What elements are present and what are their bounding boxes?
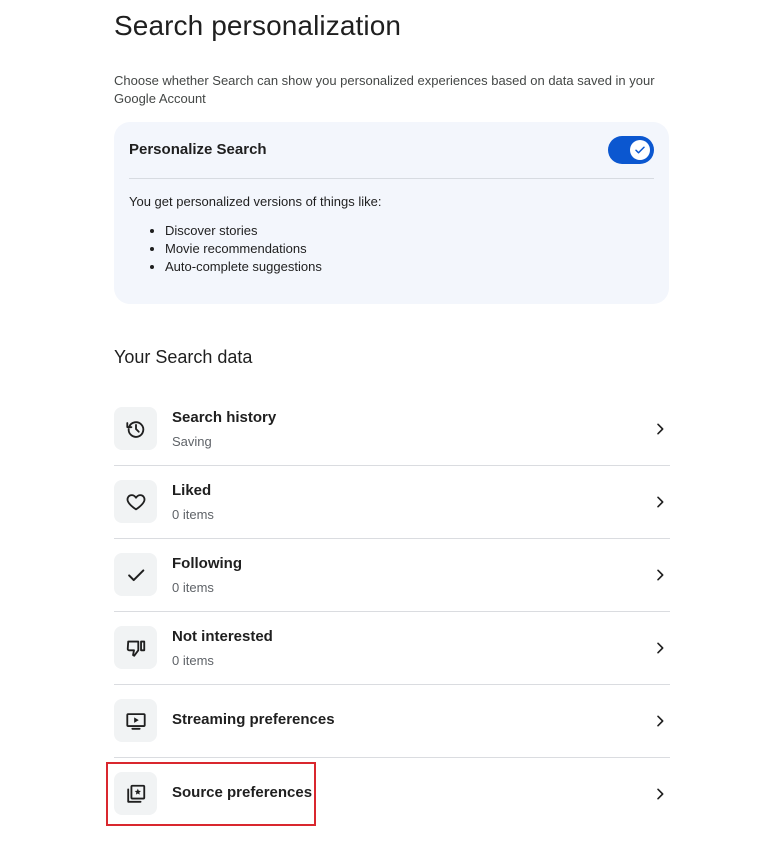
chevron-right-icon: [657, 496, 664, 508]
personalize-search-toggle[interactable]: [608, 136, 654, 164]
chevron-right-icon: [657, 715, 664, 727]
personalize-search-card: Personalize Search You get personalized …: [114, 122, 669, 304]
page-description: Choose whether Search can show you perso…: [114, 73, 655, 106]
row-title: Search history: [172, 409, 277, 426]
icon-tile: [114, 407, 157, 450]
personalize-search-title: Personalize Search: [129, 141, 267, 158]
row-title: Liked: [172, 482, 212, 499]
personalize-intro: You get personalized versions of things …: [129, 194, 382, 209]
row-title: Following: [172, 555, 242, 572]
checkmark-icon: [127, 568, 144, 581]
source-star-icon: [126, 784, 145, 803]
source-preferences-row[interactable]: Source preferences: [114, 758, 670, 830]
row-title: Source preferences: [172, 784, 313, 801]
liked-row[interactable]: Liked 0 items: [114, 466, 670, 539]
icon-tile: [114, 626, 157, 669]
checkmark-icon: [635, 146, 645, 154]
thumbs-down-icon: [126, 640, 145, 657]
personalized-examples-list: Discover stories Movie recommendations A…: [129, 222, 322, 276]
search-history-row[interactable]: Search history Saving: [114, 393, 670, 466]
row-subtitle: 0 items: [172, 653, 214, 668]
toggle-knob: [630, 140, 650, 160]
chevron-right-icon: [657, 423, 664, 435]
icon-tile: [114, 699, 157, 742]
row-subtitle: Saving: [172, 434, 212, 449]
list-item: Movie recommendations: [165, 240, 322, 258]
page-title: Search personalization: [114, 10, 402, 41]
play-screen-icon: [125, 712, 146, 730]
personalize-card-header: Personalize Search: [129, 136, 654, 179]
search-data-title: Your Search data: [114, 347, 253, 367]
row-subtitle: 0 items: [172, 507, 214, 522]
streaming-preferences-row[interactable]: Streaming preferences: [114, 685, 670, 758]
search-data-list: Search history Saving Liked 0 items Foll…: [114, 393, 670, 830]
icon-tile: [114, 772, 157, 815]
not-interested-row[interactable]: Not interested 0 items: [114, 612, 670, 685]
row-title: Streaming preferences: [172, 711, 335, 728]
following-row[interactable]: Following 0 items: [114, 539, 670, 612]
chevron-right-icon: [657, 569, 664, 581]
page: Search personalization Choose whether Se…: [0, 0, 770, 849]
row-subtitle: 0 items: [172, 580, 214, 595]
heart-icon: [126, 493, 145, 510]
list-item: Auto-complete suggestions: [165, 258, 322, 276]
chevron-right-icon: [657, 788, 664, 800]
list-item: Discover stories: [165, 222, 322, 240]
chevron-right-icon: [657, 642, 664, 654]
icon-tile: [114, 480, 157, 523]
history-icon: [125, 420, 144, 438]
row-title: Not interested: [172, 628, 273, 645]
icon-tile: [114, 553, 157, 596]
